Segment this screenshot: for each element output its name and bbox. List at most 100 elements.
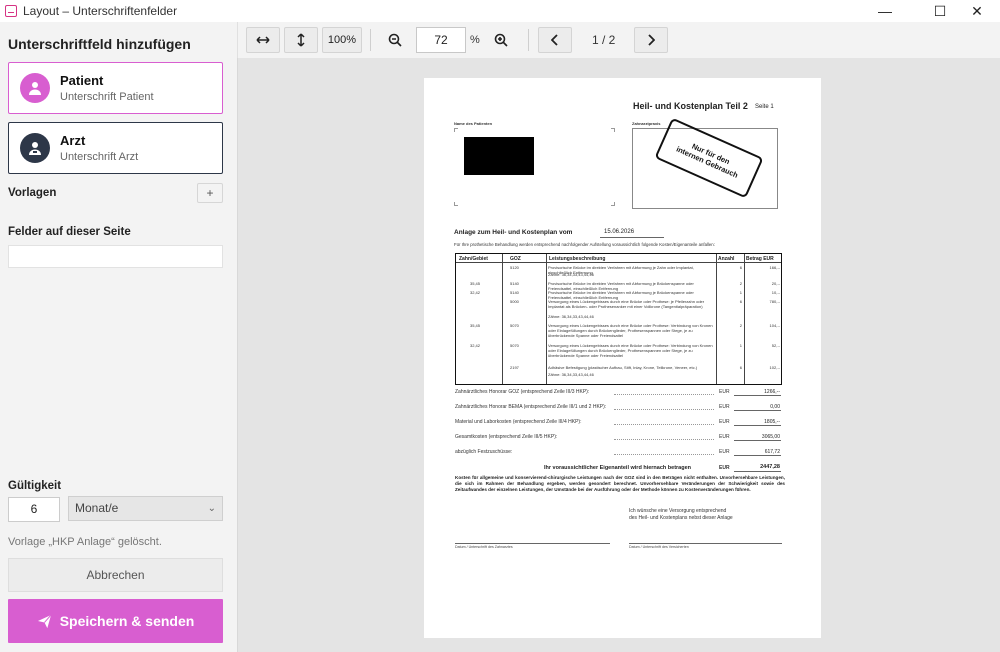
table-header-goz: GOZ <box>510 256 521 262</box>
cell-anzahl: 2 <box>739 323 742 328</box>
table-divider <box>716 254 717 384</box>
save-send-button[interactable]: Speichern & senden <box>8 599 223 643</box>
zoom-unit: % <box>470 34 480 46</box>
anlage-date: 15.06.2026 <box>604 229 635 235</box>
cell-anzahl: 1 <box>739 290 742 295</box>
cell-anzahl: 2 <box>739 281 742 286</box>
value-underline <box>734 471 781 472</box>
intro-text: Für Ihre prothetische Behandlung werden … <box>454 242 715 247</box>
patient-name-label: Name des Patienten <box>454 121 493 126</box>
chevron-down-icon: ⌄ <box>207 503 216 514</box>
validity-input[interactable]: 6 <box>8 497 60 522</box>
fit-width-button[interactable] <box>246 27 280 53</box>
table-divider <box>456 262 781 263</box>
card-subtitle: Unterschrift Arzt <box>60 151 139 163</box>
next-page-button[interactable] <box>634 27 668 53</box>
cell-betrag: 20,-- <box>771 281 780 286</box>
zoom-out-icon <box>388 33 402 47</box>
patient-signature-card[interactable]: Patient Unterschrift Patient <box>8 62 223 114</box>
fields-list[interactable] <box>8 245 223 268</box>
fit-width-icon <box>256 36 270 44</box>
cell-goz: 2197 <box>510 365 519 370</box>
send-icon <box>37 614 52 628</box>
person-icon <box>20 73 50 103</box>
sidebar: Unterschriftfeld hinzufügen Patient Unte… <box>0 22 236 652</box>
cell-goz: 5070 <box>510 323 519 328</box>
fit-height-button[interactable] <box>284 27 318 53</box>
card-name: Patient <box>60 73 104 88</box>
value-underline <box>734 455 781 456</box>
sum-currency: EUR <box>719 404 730 410</box>
sidebar-heading: Unterschriftfeld hinzufügen <box>8 36 191 52</box>
doctor-signature-card[interactable]: Arzt Unterschrift Arzt <box>8 122 223 174</box>
add-template-button[interactable]: + <box>197 183 223 203</box>
cost-table: Zahn/Gebiet GOZ Leistungsbeschreibung An… <box>455 253 782 385</box>
signature-line-left <box>455 543 610 544</box>
cell-betrag: 166,-- <box>769 265 780 270</box>
card-subtitle: Unterschrift Patient <box>60 91 154 103</box>
document-page[interactable]: Heil- und Kostenplan Teil 2 Seite 1 Name… <box>424 78 821 638</box>
minimize-button[interactable]: — <box>862 0 908 22</box>
cell-goz: 5120 <box>510 265 519 270</box>
zoom-input[interactable]: 72 <box>416 27 466 53</box>
cell-desc: Zähne: 36,34,33,43,44,46 <box>548 372 594 377</box>
sum-currency: EUR <box>719 389 730 395</box>
prev-page-button[interactable] <box>538 27 572 53</box>
table-divider <box>502 254 503 384</box>
validity-unit-select[interactable]: Monat/e ⌄ <box>68 496 223 521</box>
save-send-label: Speichern & senden <box>59 613 195 629</box>
templates-label: Vorlagen <box>8 187 57 199</box>
cell-desc: Versorgung eines Lückengebisses durch ei… <box>548 343 713 358</box>
cell-betrag: 10,-- <box>771 290 780 295</box>
value-underline <box>734 440 781 441</box>
wish-line-1: Ich wünsche eine Versorgung entsprechend <box>629 508 727 514</box>
zoom-out-button[interactable] <box>380 27 410 53</box>
validity-label: Gültigkeit <box>8 480 62 492</box>
toolbar: 100% 72 % 1 / 2 <box>237 22 1000 58</box>
sum-label: Gesamtkosten (entsprechend Zeile III/5 H… <box>455 434 558 440</box>
dotted-leader <box>614 409 714 410</box>
signature-label-left: Datum / Unterschrift des Zahnarztes <box>455 545 513 549</box>
value-underline <box>734 425 781 426</box>
corner-mark <box>611 128 615 132</box>
table-divider <box>744 254 745 384</box>
dotted-leader <box>614 394 714 395</box>
cancel-button[interactable]: Abbrechen <box>8 558 223 592</box>
anlage-label: Anlage zum Heil- und Kostenplan vom <box>454 229 573 236</box>
cell-anzahl: 6 <box>739 365 742 370</box>
cell-betrag: 102,-- <box>769 365 780 370</box>
dotted-leader <box>614 424 714 425</box>
title-bar: Layout – Unterschriftenfelder — ☐ ✕ <box>0 0 1000 22</box>
disclaimer-text: Kosten für allgemeine und konservierend-… <box>455 475 785 492</box>
dotted-leader <box>614 439 714 440</box>
cell-betrag: 104,-- <box>769 323 780 328</box>
close-button[interactable]: ✕ <box>954 0 1000 22</box>
sum-label: Zahnärztliches Honorar BEMA (entsprechen… <box>455 404 607 410</box>
fit-height-icon <box>297 33 305 47</box>
sum-currency: EUR <box>719 419 730 425</box>
card-name: Arzt <box>60 133 86 148</box>
signature-line-right <box>629 543 782 544</box>
cell-desc: Versorgung eines Lückengebisses durch ei… <box>548 299 705 309</box>
cell-zahn: 32,42 <box>470 343 481 348</box>
window-title: Layout – Unterschriftenfelder <box>23 4 178 18</box>
cell-zahn: 35,45 <box>470 281 481 286</box>
cell-zahn: 35,45 <box>470 323 481 328</box>
eigenanteil-value: 2447,28 <box>760 464 780 470</box>
page-indicator: 1 / 2 <box>592 33 616 47</box>
cell-desc: Adhäsive Befestigung (plastischer Aufbau… <box>548 365 698 370</box>
value-underline <box>734 395 781 396</box>
page-label: Seite 1 <box>755 104 774 110</box>
table-header-zahn: Zahn/Gebiet <box>459 256 488 262</box>
zoom-in-button[interactable] <box>486 27 516 53</box>
table-header-anzahl: Anzahl <box>718 256 735 262</box>
sum-currency: EUR <box>719 449 730 455</box>
fields-label: Felder auf dieser Seite <box>8 226 131 238</box>
wish-line-2: des Heil- und Kostenplans nebst dieser A… <box>629 515 733 521</box>
zoom-100-button[interactable]: 100% <box>322 27 362 53</box>
cell-goz: 5070 <box>510 343 519 348</box>
document-viewer[interactable]: Heil- und Kostenplan Teil 2 Seite 1 Name… <box>237 58 1000 652</box>
divider <box>370 29 371 51</box>
sum-label: abzüglich Festzuschüsse: <box>455 449 513 455</box>
praxis-label: Zahnarztpraxis <box>632 121 661 126</box>
